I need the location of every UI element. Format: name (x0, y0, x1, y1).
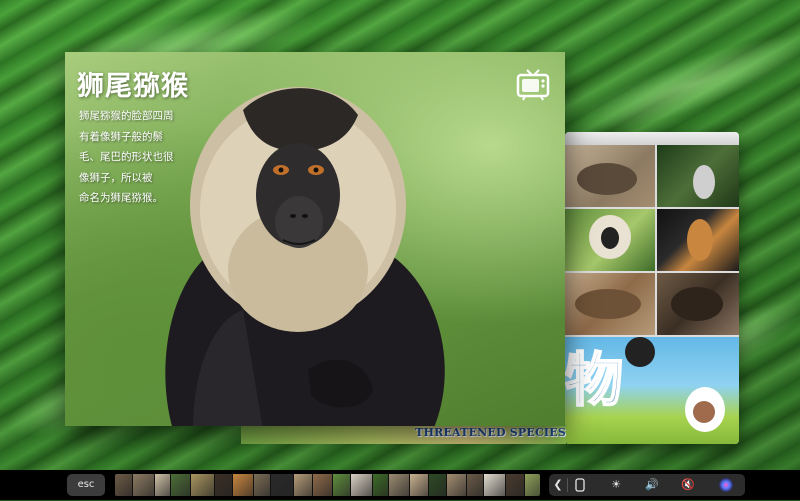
touch-bar: esc ❮ ☀ 🔊 🔇 (0, 470, 800, 500)
photo-tile-otter[interactable] (657, 273, 739, 335)
window-titlebar[interactable] (565, 132, 739, 145)
touch-bar-thumbnail[interactable] (155, 474, 171, 496)
species-collage-window[interactable]: 物 (565, 132, 739, 444)
touch-bar-thumbnail[interactable] (484, 474, 506, 496)
touch-bar-thumbnail[interactable] (389, 474, 410, 496)
volume-icon[interactable]: 🔊 (641, 474, 663, 496)
animal-description: 狮尾猕猴的脸部四周 有着像狮子般的鬃 毛、尾巴的形状也很 像狮子，所以被 命名为… (79, 110, 174, 204)
tv-icon[interactable] (516, 69, 550, 101)
touch-bar-thumbnail[interactable] (373, 474, 389, 496)
siri-icon[interactable] (713, 474, 739, 496)
touch-bar-thumbnail[interactable] (171, 474, 191, 496)
banner-title: THREATENED SPECIES (415, 426, 566, 439)
touch-bar-thumbnail[interactable] (333, 474, 351, 496)
touch-bar-thumbnail[interactable] (410, 474, 429, 496)
photo-tile-civet[interactable] (657, 145, 739, 207)
collage-character: 物 (565, 346, 624, 414)
touch-bar-thumbnail[interactable] (115, 474, 133, 496)
touch-bar-thumbnail[interactable] (191, 474, 215, 496)
touch-bar-thumbnail[interactable] (506, 474, 525, 496)
touch-bar-thumbnail[interactable] (294, 474, 313, 496)
touch-bar-thumbnail[interactable] (467, 474, 484, 496)
touch-bar-thumbnail[interactable] (351, 474, 373, 496)
main-animal-window[interactable]: 狮尾猕猴 狮尾猕猴的脸部四周 有着像狮子般的鬃 毛、尾巴的形状也很 像狮子，所以… (65, 52, 565, 426)
animal-title: 狮尾猕猴 (77, 71, 189, 102)
touch-bar-thumbnail[interactable] (133, 474, 155, 496)
threatened-species-banner[interactable]: THREATENED SPECIES (241, 424, 566, 444)
touch-bar-thumbnail[interactable] (429, 474, 447, 496)
touch-bar-mini-icon[interactable] (569, 474, 591, 496)
touch-bar-thumbnail[interactable] (271, 474, 294, 496)
mute-icon[interactable]: 🔇 (677, 474, 699, 496)
touch-bar-thumbnail[interactable] (313, 474, 333, 496)
photo-tile-komodo-dragon[interactable] (565, 273, 655, 335)
brightness-icon[interactable]: ☀ (605, 474, 627, 496)
touch-bar-thumbnail[interactable] (233, 474, 254, 496)
touch-bar-control-strip: ❮ ☀ 🔊 🔇 (549, 474, 745, 496)
esc-key[interactable]: esc (67, 474, 105, 496)
photo-tile-wild-dog[interactable] (657, 209, 739, 271)
chevron-left-icon[interactable]: ❮ (551, 474, 565, 496)
touch-bar-thumbnail[interactable] (525, 474, 540, 496)
photo-tile-warthog[interactable] (565, 145, 655, 207)
cartoon-illustration-tile[interactable]: 物 (565, 337, 739, 444)
touch-bar-thumbnail[interactable] (215, 474, 233, 496)
touch-bar-thumbnail[interactable] (254, 474, 271, 496)
touch-bar-thumbnail-strip[interactable] (115, 474, 540, 496)
touch-bar-thumbnail[interactable] (447, 474, 467, 496)
photo-tile-macaque[interactable] (565, 209, 655, 271)
